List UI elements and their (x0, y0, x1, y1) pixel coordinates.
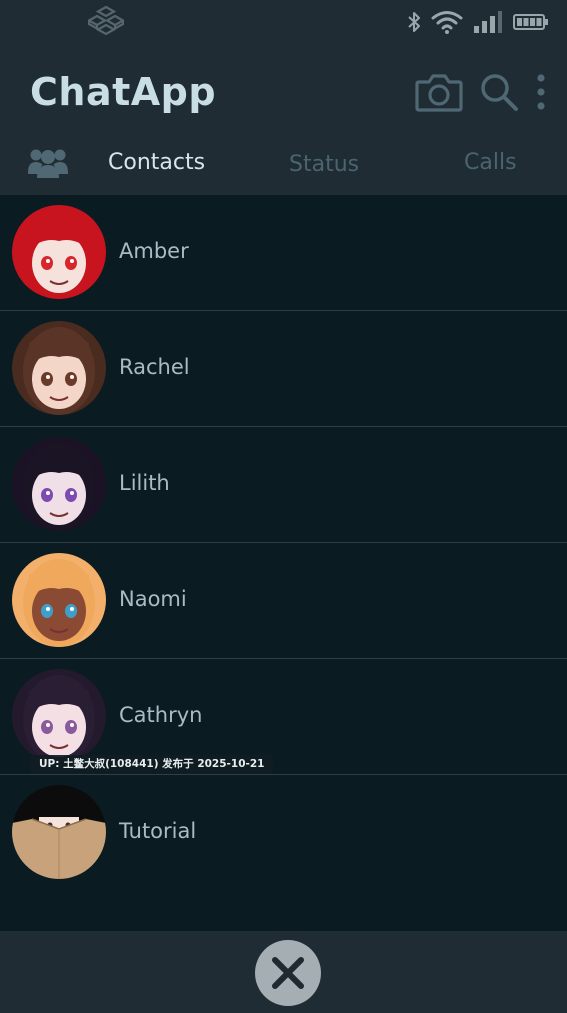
camera-icon (415, 74, 463, 112)
app-logo-icon (88, 5, 124, 36)
avatar-portrait (12, 553, 106, 647)
contact-avatar (12, 437, 106, 531)
avatar-portrait (12, 669, 106, 763)
contact-row[interactable]: Naomi (0, 543, 567, 659)
avatar-portrait (12, 785, 106, 879)
more-options-button[interactable] (535, 72, 547, 112)
phone-screen: ChatApp Contacts Status Calls Amber Rach… (0, 0, 567, 1013)
contact-list: Amber Rachel Lilith Naomi Cathryn Tutorial (0, 195, 567, 890)
avatar-portrait (12, 437, 106, 531)
contact-avatar (12, 205, 106, 299)
tab-status[interactable]: Status (289, 152, 359, 177)
app-title: ChatApp (30, 70, 217, 114)
status-bar (0, 0, 567, 44)
contact-avatar (12, 669, 106, 763)
status-icons (407, 8, 549, 36)
avatar-portrait (12, 321, 106, 415)
header-actions (415, 70, 547, 114)
contact-name: Amber (119, 239, 189, 263)
contact-row[interactable]: Lilith (0, 427, 567, 543)
contact-name: Cathryn (119, 703, 203, 727)
contact-row[interactable]: Rachel (0, 311, 567, 427)
community-icon[interactable] (27, 144, 69, 180)
search-button[interactable] (479, 72, 519, 112)
contact-row[interactable]: Tutorial (0, 775, 567, 890)
contact-name: Lilith (119, 471, 170, 495)
battery-icon (513, 14, 548, 30)
tab-contacts[interactable]: Contacts (108, 150, 205, 175)
contact-name: Rachel (119, 355, 190, 379)
close-icon (272, 957, 304, 989)
more-vert-icon (537, 74, 545, 110)
contact-name: Tutorial (119, 819, 197, 843)
camera-button[interactable] (415, 72, 463, 112)
avatar-portrait (12, 205, 106, 299)
app-header: ChatApp Contacts Status Calls (0, 0, 567, 195)
wifi-icon (431, 11, 463, 34)
tab-calls[interactable]: Calls (464, 150, 517, 175)
contact-name: Naomi (119, 587, 187, 611)
contact-avatar (12, 321, 106, 415)
contact-avatar (12, 553, 106, 647)
tab-bar: Contacts Status Calls (0, 138, 567, 190)
watermark-text: UP: 土鳖大叔(108441) 发布于 2025-10-21 (30, 755, 274, 774)
search-icon (481, 74, 518, 111)
contact-avatar (12, 785, 106, 879)
close-button[interactable] (255, 940, 321, 1006)
bluetooth-icon (408, 12, 420, 32)
bottom-bar (0, 931, 567, 1013)
signal-icon (474, 11, 502, 33)
contact-row[interactable]: Amber (0, 195, 567, 311)
